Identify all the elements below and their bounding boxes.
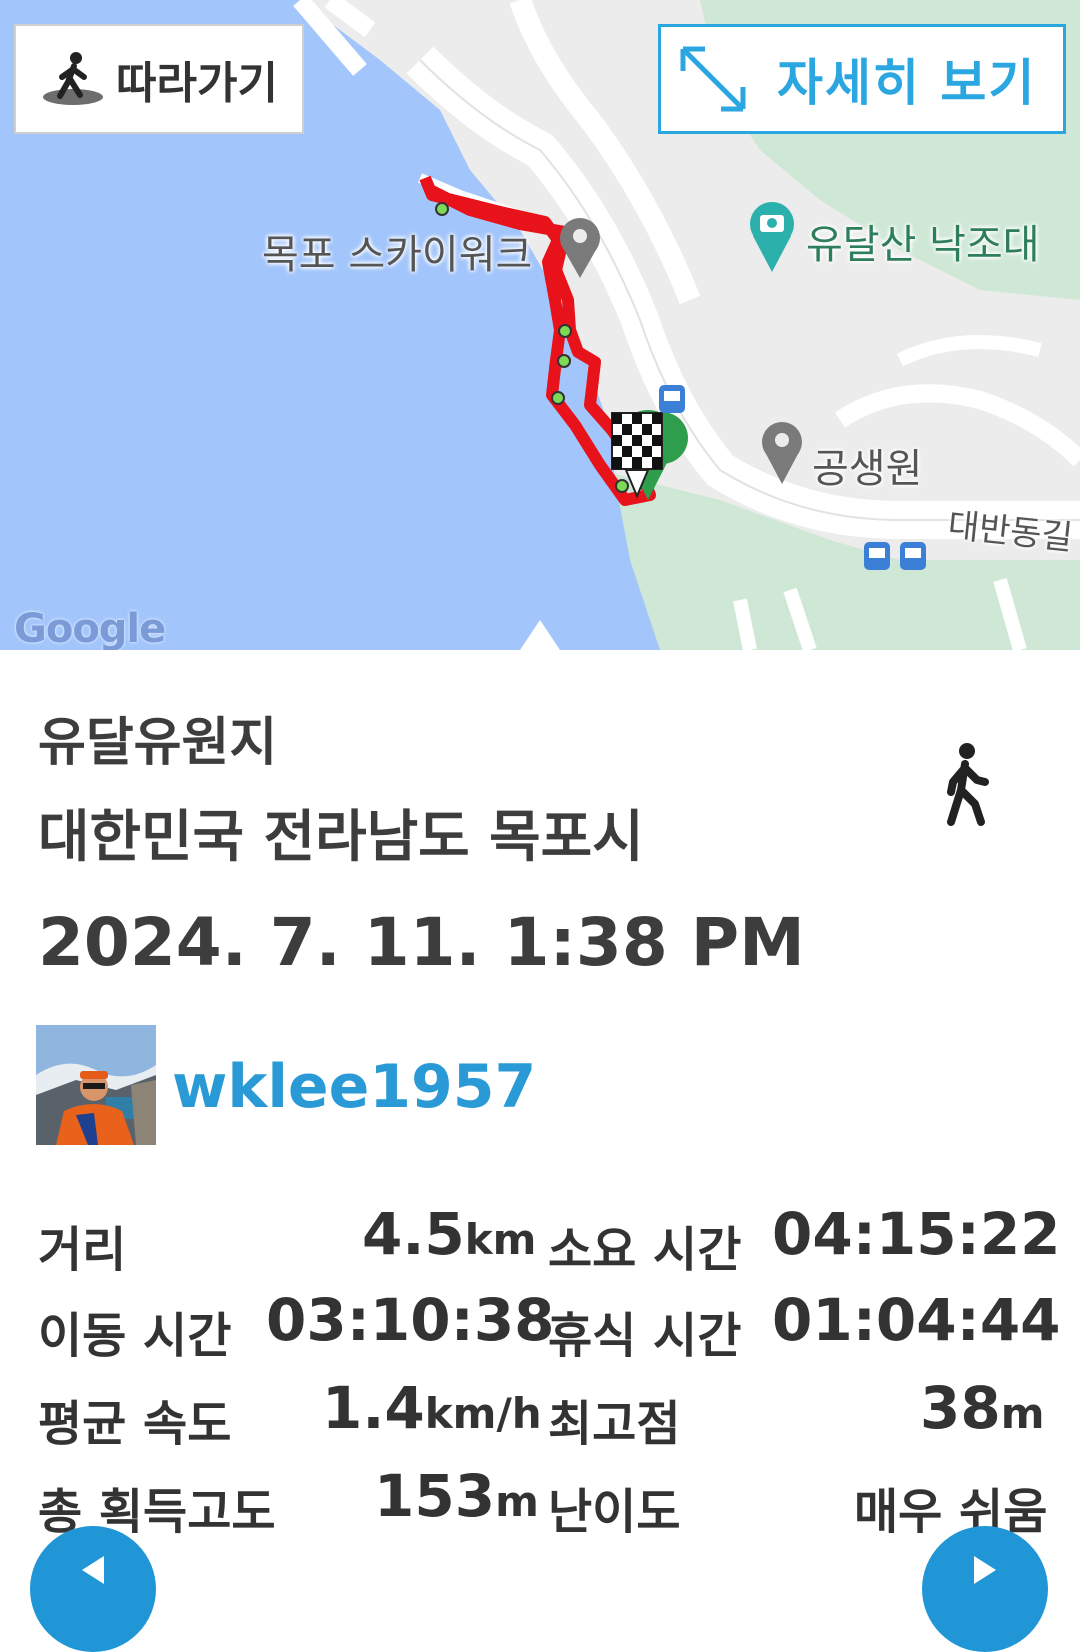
- total-time-value: 04:15:22: [772, 1200, 1061, 1268]
- follow-button-label: 따라가기: [116, 58, 278, 109]
- moving-time-label: 이동 시간: [38, 1308, 232, 1364]
- max-elevation-label: 최고점: [548, 1396, 681, 1452]
- map-label-gongsaengwon: 공생원: [812, 446, 923, 492]
- expand-arrows-icon: [680, 46, 746, 112]
- walking-person-icon: [43, 52, 104, 105]
- elevation-gain-value: 153m: [374, 1462, 539, 1530]
- next-button[interactable]: [922, 1526, 1048, 1652]
- distance-number: 4.5: [362, 1200, 465, 1268]
- walking-icon: [947, 743, 989, 826]
- google-attribution: Google: [14, 606, 166, 650]
- rest-time-label: 휴식 시간: [548, 1308, 742, 1364]
- track-info-panel: 유달유원지 대한민국 전라남도 목포시 2024. 7. 11. 1:38 PM…: [0, 650, 1080, 1652]
- detail-view-button[interactable]: 자세히 보기: [658, 24, 1066, 134]
- bus-stop-icon: [864, 542, 890, 570]
- distance-label: 거리: [38, 1222, 127, 1278]
- max-elevation-value: 38m: [920, 1374, 1045, 1442]
- previous-button[interactable]: [30, 1526, 156, 1652]
- username-link[interactable]: wklee1957: [172, 1052, 536, 1122]
- total-time-label: 소요 시간: [548, 1222, 742, 1278]
- track-title: 유달유원지: [38, 713, 278, 773]
- difficulty-label: 난이도: [548, 1484, 681, 1540]
- arrow-right-icon: [974, 1556, 996, 1584]
- map-view[interactable]: 목포 스카이워크 유달산 낙조대 공생원 대반동길 Google 따라가기 자세…: [0, 0, 1080, 650]
- detail-view-button-label: 자세히 보기: [777, 54, 1037, 112]
- map-label-yudalsan: 유달산 낙조대: [806, 222, 1040, 268]
- arrow-left-icon: [82, 1556, 104, 1584]
- follow-button[interactable]: 따라가기: [14, 24, 304, 134]
- distance-value: 4.5km: [362, 1200, 536, 1268]
- avg-speed-value: 1.4km/h: [322, 1374, 542, 1442]
- distance-unit: km: [464, 1215, 537, 1264]
- track-datetime: 2024. 7. 11. 1:38 PM: [38, 904, 805, 981]
- map-label-skywalk: 목포 스카이워크: [262, 232, 533, 278]
- bus-stop-icon: [659, 385, 685, 413]
- bus-stop-icon: [900, 542, 926, 570]
- track-address: 대한민국 전라남도 목포시: [38, 805, 644, 870]
- moving-time-value: 03:10:38: [266, 1286, 555, 1354]
- rest-time-value: 01:04:44: [772, 1286, 1061, 1354]
- avg-speed-label: 평균 속도: [38, 1396, 232, 1452]
- user-avatar[interactable]: [36, 1025, 156, 1145]
